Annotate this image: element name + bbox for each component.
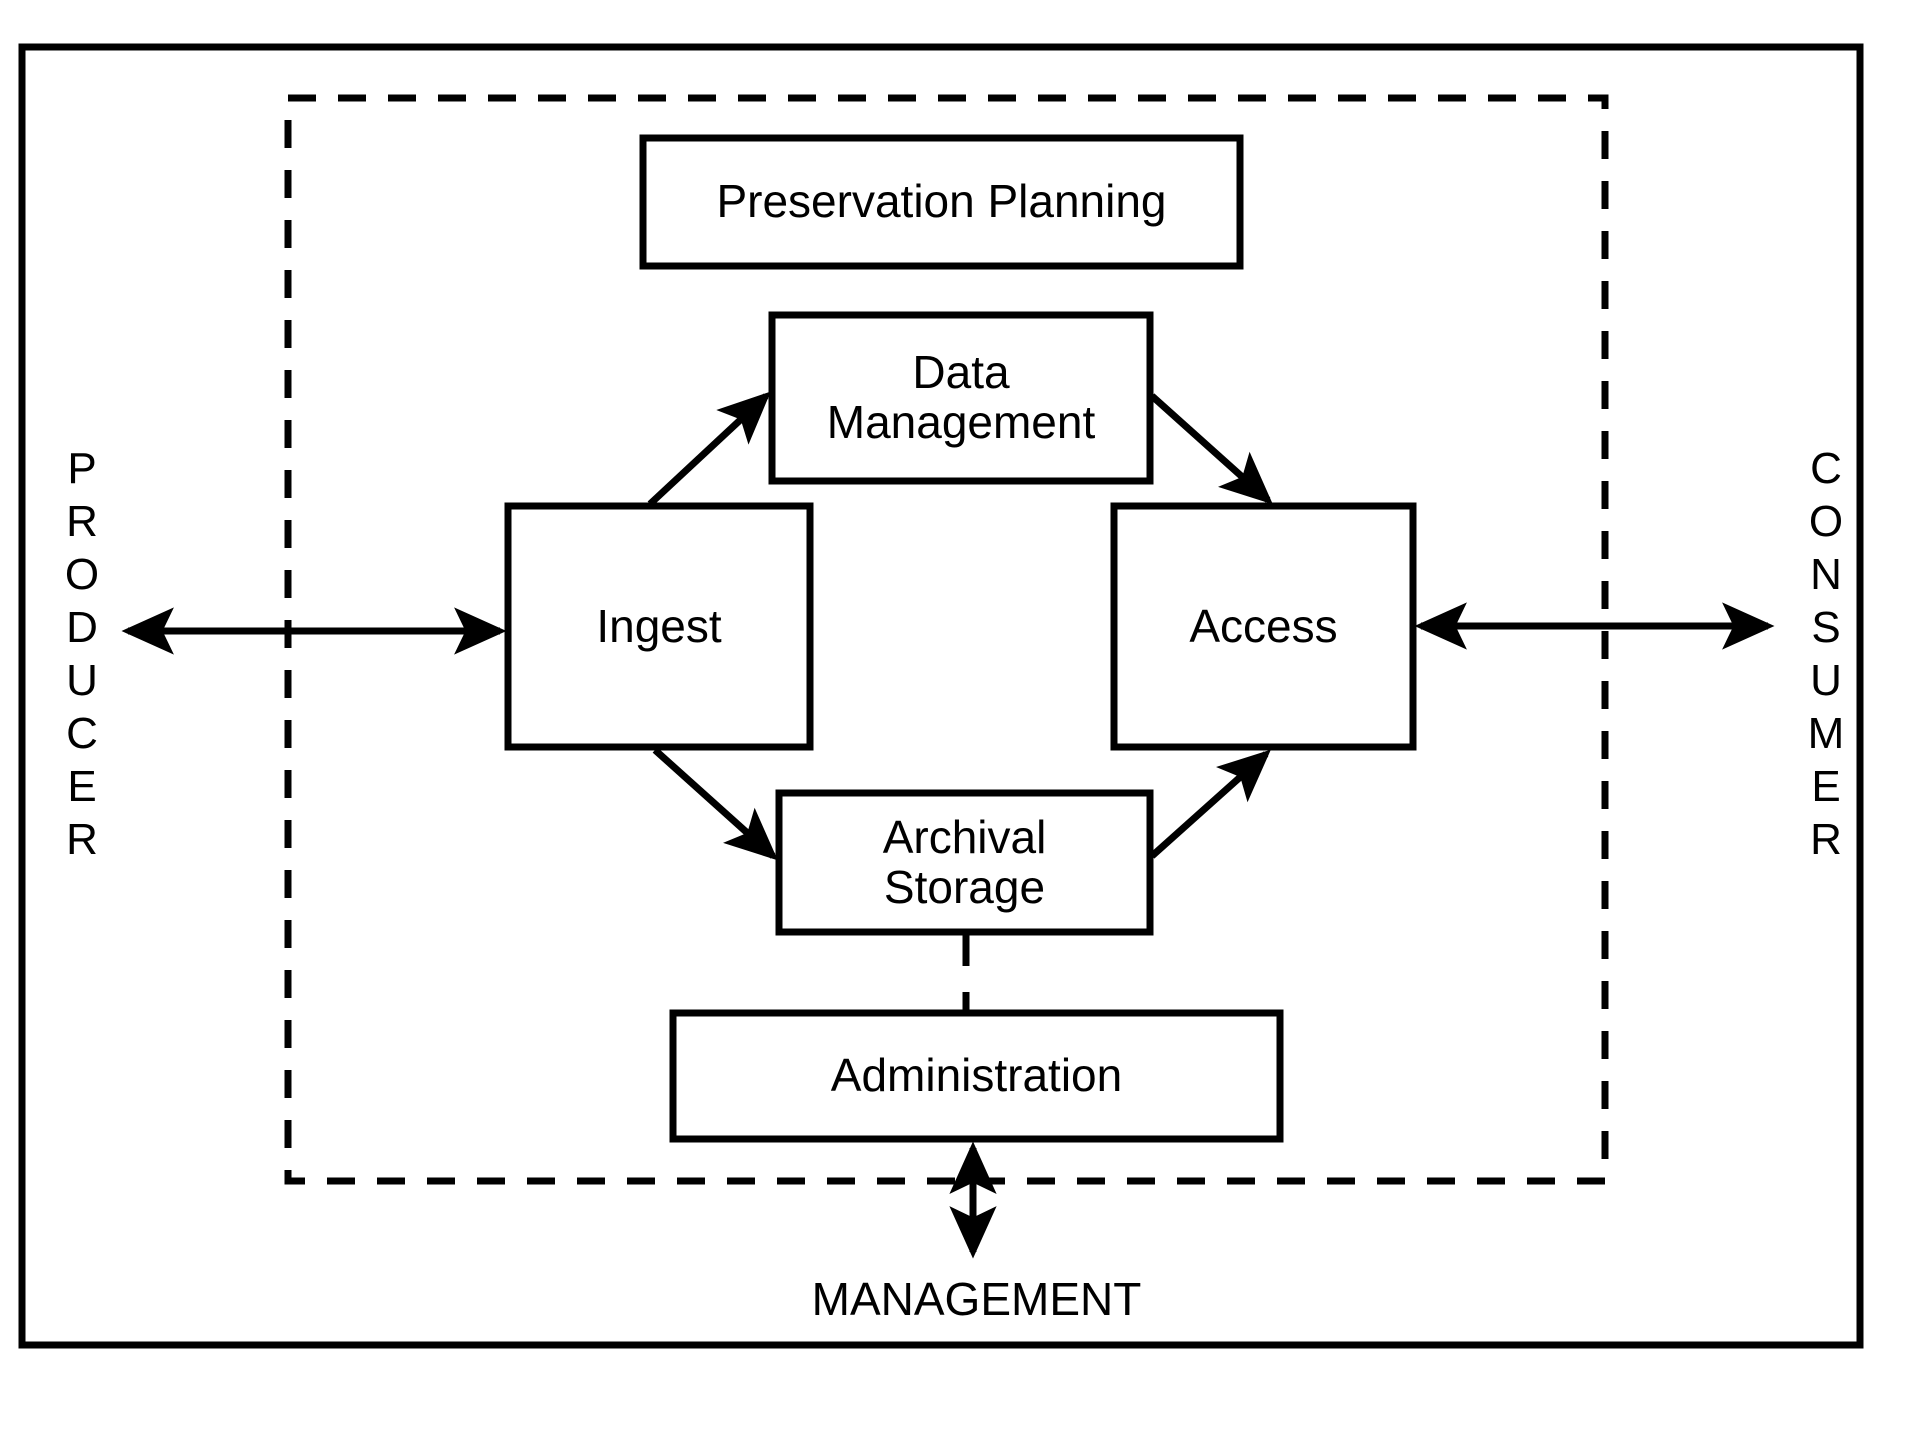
access-box[interactable] xyxy=(1110,502,1417,751)
consumer-letter-3: S xyxy=(1811,603,1841,652)
archival-storage-to-access-arrow xyxy=(1149,749,1271,859)
preservation-planning-box[interactable] xyxy=(639,134,1244,270)
producer-letter-4: U xyxy=(66,656,98,705)
producer-letter-5: C xyxy=(66,709,98,758)
consumer-letter-2: N xyxy=(1810,550,1842,599)
producer-letter-7: R xyxy=(66,815,98,864)
consumer-actor-label: CONSUMER xyxy=(1790,442,1862,866)
producer-letter-2: O xyxy=(64,550,100,599)
archival-storage-box[interactable] xyxy=(775,789,1154,936)
consumer-letter-6: E xyxy=(1811,762,1841,811)
oais-diagram-svg xyxy=(18,43,1864,1349)
producer-letter-0: P xyxy=(67,444,97,493)
administration-box[interactable] xyxy=(669,1009,1284,1143)
consumer-letter-4: U xyxy=(1810,656,1842,705)
management-actor-label: MANAGEMENT xyxy=(811,1273,1142,1325)
consumer-letter-7: R xyxy=(1810,815,1842,864)
producer-letter-3: D xyxy=(66,603,98,652)
data-management-to-access-arrow xyxy=(1149,393,1273,505)
ingest-to-archival-storage-arrow xyxy=(652,747,778,861)
producer-letter-1: R xyxy=(66,497,98,546)
consumer-letter-1: O xyxy=(1808,497,1844,546)
consumer-letter-0: C xyxy=(1810,444,1842,493)
producer-actor-label: PRODUCER xyxy=(46,442,118,866)
diagram-canvas: Preservation Planning Data Management In… xyxy=(0,0,1931,1435)
ingest-box[interactable] xyxy=(504,502,814,751)
data-management-box[interactable] xyxy=(768,311,1154,485)
consumer-letter-5: M xyxy=(1807,709,1845,758)
producer-letter-6: E xyxy=(67,762,97,811)
ingest-to-data-management-arrow xyxy=(647,391,771,507)
